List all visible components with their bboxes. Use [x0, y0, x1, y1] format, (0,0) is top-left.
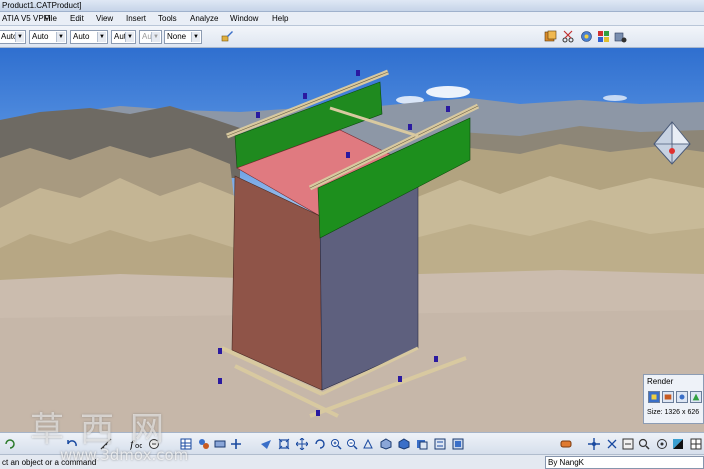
title-bar: Product1.CATProduct]: [0, 0, 704, 12]
color-icon[interactable]: [672, 438, 684, 450]
menu-view[interactable]: View: [96, 14, 113, 23]
format-painter-icon[interactable]: [221, 30, 234, 43]
walk-icon[interactable]: [588, 438, 600, 450]
render-shot-icon[interactable]: [648, 391, 660, 403]
menu-edit[interactable]: Edit: [70, 14, 84, 23]
tool-icon[interactable]: [656, 438, 668, 450]
assembly-icon[interactable]: [198, 438, 210, 450]
chevron-down-icon: ▼: [191, 32, 200, 42]
frame-icon[interactable]: [606, 438, 618, 450]
update-icon[interactable]: [4, 438, 16, 450]
render-quick-icon[interactable]: [690, 391, 702, 403]
move-icon[interactable]: [296, 438, 308, 450]
render-icon[interactable]: [560, 438, 572, 450]
color-select[interactable]: Auto ▼: [0, 30, 26, 44]
chevron-down-icon: ▼: [151, 32, 160, 42]
pan-icon[interactable]: [230, 438, 242, 450]
point-symbol-select[interactable]: Aut ▼: [139, 30, 162, 44]
properties-toolbar: Auto ▼ Auto ▼ Auto ▼ Aut ▼ Aut ▼ None ▼: [0, 26, 704, 48]
compass-icon[interactable]: [650, 120, 694, 166]
menu-help[interactable]: Help: [272, 14, 288, 23]
grid-icon[interactable]: [690, 438, 702, 450]
catalog-icon[interactable]: [580, 30, 593, 43]
iso-view-icon[interactable]: [380, 438, 392, 450]
refresh-icon[interactable]: [622, 438, 634, 450]
chevron-down-icon: ▼: [125, 32, 134, 42]
swap-icon[interactable]: [434, 438, 446, 450]
hide-show-icon[interactable]: [416, 438, 428, 450]
command-input[interactable]: [545, 456, 704, 469]
render-panel-title: Render: [647, 377, 674, 386]
rotate-icon[interactable]: [278, 438, 290, 450]
zoom-in-icon[interactable]: [330, 438, 342, 450]
layer-select[interactable]: None ▼: [164, 30, 202, 44]
chevron-down-icon: ▼: [56, 32, 65, 42]
menu-window[interactable]: Window: [230, 14, 258, 23]
linetype-select-value: Auto: [73, 32, 90, 41]
normal-view-icon[interactable]: [362, 438, 374, 450]
layer-select-value: None: [167, 32, 187, 41]
render-style-icon[interactable]: [544, 30, 557, 43]
3d-viewport[interactable]: [0, 48, 704, 432]
render-options-icon[interactable]: [676, 391, 688, 403]
render-panel: Render Size: 1326 x 626: [643, 374, 704, 424]
render-video-icon[interactable]: [662, 391, 674, 403]
chevron-down-icon: ▼: [15, 32, 24, 42]
environment-icon[interactable]: [614, 30, 627, 43]
watermark-url: www.3dmox.com: [60, 446, 189, 464]
transparency-select-value: Auto: [32, 32, 49, 41]
menu-tools[interactable]: Tools: [158, 14, 177, 23]
menu-file[interactable]: File: [44, 14, 57, 23]
constraint-icon[interactable]: [214, 438, 226, 450]
menu-bar: ATIA V5 VPM File Edit View Insert Tools …: [0, 12, 704, 26]
fly-icon[interactable]: [260, 438, 272, 450]
thickness-select[interactable]: Aut ▼: [111, 30, 136, 44]
menu-insert[interactable]: Insert: [126, 14, 146, 23]
layer-icon[interactable]: [452, 438, 464, 450]
watermark-logo: 草西网: [30, 410, 180, 450]
rotate-view-icon[interactable]: [314, 438, 326, 450]
render-size-label: Size: 1326 x 626: [647, 409, 700, 416]
zoom-out-icon[interactable]: [346, 438, 358, 450]
lighting-icon[interactable]: [597, 30, 610, 43]
window-title: Product1.CATProduct]: [2, 1, 82, 10]
transparency-select[interactable]: Auto ▼: [29, 30, 67, 44]
chevron-down-icon: ▼: [97, 32, 106, 42]
landscape-scene: [0, 69, 704, 432]
shading-icon[interactable]: [398, 438, 410, 450]
scissors-icon[interactable]: [562, 30, 575, 43]
magnifier-icon[interactable]: [638, 438, 650, 450]
menu-analyze[interactable]: Analyze: [190, 14, 218, 23]
linetype-select[interactable]: Auto ▼: [70, 30, 108, 44]
